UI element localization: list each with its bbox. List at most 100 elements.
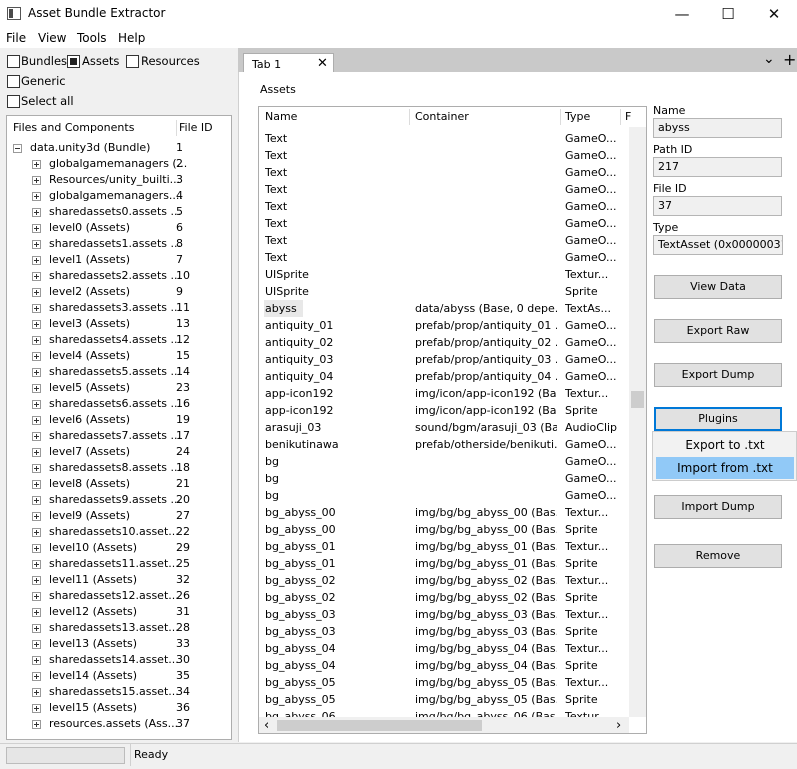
export-to-txt-menu-item[interactable]: Export to .txt: [656, 434, 794, 456]
expand-icon[interactable]: [32, 640, 41, 649]
expand-icon[interactable]: [32, 720, 41, 729]
asset-row[interactable]: antiquity_04 prefab/prop/antiquity_04 ...…: [259, 368, 629, 385]
asset-row[interactable]: bg_abyss_05 img/bg/bg_abyss_05 (Bas... Tex…: [259, 674, 629, 691]
asset-row[interactable]: benikutinawa prefab/otherside/benikuti...…: [259, 436, 629, 453]
tree-item[interactable]: level10 (Assets) 29: [7, 540, 231, 556]
expand-icon[interactable]: [32, 704, 41, 713]
plugins-button[interactable]: Plugins: [654, 407, 782, 431]
maximize-button[interactable]: ☐: [705, 0, 751, 28]
asset-row[interactable]: UISprite Textur...: [259, 266, 629, 283]
horizontal-scrollbar[interactable]: ‹ ›: [259, 717, 629, 733]
asset-row[interactable]: bg GameO...: [259, 453, 629, 470]
tree-item[interactable]: level4 (Assets) 15: [7, 348, 231, 364]
expand-icon[interactable]: [32, 224, 41, 233]
vertical-scroll-thumb[interactable]: [631, 391, 644, 408]
expand-icon[interactable]: [32, 208, 41, 217]
expand-icon[interactable]: [32, 544, 41, 553]
expand-icon[interactable]: [32, 432, 41, 441]
column-container[interactable]: Container: [415, 107, 469, 127]
tree-item[interactable]: level14 (Assets) 35: [7, 668, 231, 684]
tab-list-icon[interactable]: ⌄: [763, 51, 775, 67]
expand-icon[interactable]: [32, 384, 41, 393]
view-data-button[interactable]: View Data: [654, 275, 782, 299]
tree-item[interactable]: level1 (Assets) 7: [7, 252, 231, 268]
tree-item[interactable]: level3 (Assets) 13: [7, 316, 231, 332]
asset-row[interactable]: bg_abyss_00 img/bg/bg_abyss_00 (Bas... Tex…: [259, 504, 629, 521]
scroll-right-icon[interactable]: ›: [616, 717, 621, 733]
tree-item[interactable]: sharedassets12.asset... 26: [7, 588, 231, 604]
asset-row[interactable]: app-icon192 img/icon/app-icon192 (Bas... S…: [259, 402, 629, 419]
asset-row[interactable]: bg_abyss_02 img/bg/bg_abyss_02 (Bas... Spr…: [259, 589, 629, 606]
tree-header-file-id[interactable]: File ID: [179, 118, 213, 138]
remove-button[interactable]: Remove: [654, 544, 782, 568]
expand-icon[interactable]: [32, 320, 41, 329]
asset-row[interactable]: arasuji_03 sound/bgm/arasuji_03 (Ba... Aud…: [259, 419, 629, 436]
asset-row[interactable]: antiquity_02 prefab/prop/antiquity_02 ...…: [259, 334, 629, 351]
name-field[interactable]: abyss: [653, 118, 782, 138]
asset-row[interactable]: app-icon192 img/icon/app-icon192 (Bas... T…: [259, 385, 629, 402]
horizontal-scroll-thumb[interactable]: [277, 720, 482, 731]
asset-row[interactable]: abyss data/abyss (Base, 0 depe... TextAs..…: [259, 300, 629, 317]
expand-icon[interactable]: [32, 304, 41, 313]
menu-view[interactable]: View: [38, 31, 66, 45]
expand-icon[interactable]: [32, 464, 41, 473]
tree-item[interactable]: level6 (Assets) 19: [7, 412, 231, 428]
asset-row[interactable]: bg_abyss_01 img/bg/bg_abyss_01 (Bas... Tex…: [259, 538, 629, 555]
expand-icon[interactable]: [32, 288, 41, 297]
add-tab-icon[interactable]: +: [783, 50, 796, 69]
expand-icon[interactable]: [32, 192, 41, 201]
select-all-checkbox[interactable]: [7, 95, 20, 108]
export-raw-button[interactable]: Export Raw: [654, 319, 782, 343]
asset-row[interactable]: bg GameO...: [259, 470, 629, 487]
collapse-icon[interactable]: [13, 144, 22, 153]
expand-icon[interactable]: [32, 176, 41, 185]
tree-header-files[interactable]: Files and Components: [13, 118, 134, 138]
expand-icon[interactable]: [32, 400, 41, 409]
tree-item[interactable]: globalgamemanagers.... 4: [7, 188, 231, 204]
expand-icon[interactable]: [32, 592, 41, 601]
expand-icon[interactable]: [32, 448, 41, 457]
tree-item[interactable]: sharedassets0.assets ... 5: [7, 204, 231, 220]
asset-row[interactable]: Text GameO...: [259, 249, 629, 266]
tree-item[interactable]: sharedassets13.asset... 28: [7, 620, 231, 636]
tree-item[interactable]: sharedassets1.assets ... 8: [7, 236, 231, 252]
tree-item[interactable]: sharedassets5.assets ... 14: [7, 364, 231, 380]
expand-icon[interactable]: [32, 272, 41, 281]
column-type[interactable]: Type: [565, 107, 590, 127]
files-tree[interactable]: Files and Components File ID data.unity3…: [6, 115, 232, 740]
import-from-txt-menu-item[interactable]: Import from .txt: [656, 457, 794, 479]
tree-item[interactable]: level12 (Assets) 31: [7, 604, 231, 620]
tree-item[interactable]: level11 (Assets) 32: [7, 572, 231, 588]
generic-checkbox[interactable]: [7, 75, 20, 88]
expand-icon[interactable]: [32, 368, 41, 377]
asset-row[interactable]: antiquity_01 prefab/prop/antiquity_01 ...…: [259, 317, 629, 334]
type-field[interactable]: TextAsset (0x00000031): [653, 235, 783, 255]
file-id-field[interactable]: 37: [653, 196, 782, 216]
asset-row[interactable]: Text GameO...: [259, 198, 629, 215]
expand-icon[interactable]: [32, 480, 41, 489]
tree-item[interactable]: sharedassets3.assets ... 11: [7, 300, 231, 316]
tab-close-icon[interactable]: ✕: [317, 56, 328, 71]
tree-item[interactable]: sharedassets15.asset... 34: [7, 684, 231, 700]
import-dump-button[interactable]: Import Dump: [654, 495, 782, 519]
bundles-checkbox[interactable]: [7, 55, 20, 68]
tree-item[interactable]: level7 (Assets) 24: [7, 444, 231, 460]
tree-item[interactable]: sharedassets4.assets ... 12: [7, 332, 231, 348]
asset-row[interactable]: bg_abyss_03 img/bg/bg_abyss_03 (Bas... Spr…: [259, 623, 629, 640]
expand-icon[interactable]: [32, 576, 41, 585]
tree-root-row[interactable]: data.unity3d (Bundle) 1: [7, 140, 231, 156]
asset-row[interactable]: Text GameO...: [259, 232, 629, 249]
assets-table[interactable]: Name Container Type F Text GameO... Text Ga…: [258, 106, 647, 734]
expand-icon[interactable]: [32, 656, 41, 665]
expand-icon[interactable]: [32, 416, 41, 425]
close-button[interactable]: ✕: [751, 0, 797, 28]
asset-row[interactable]: bg_abyss_00 img/bg/bg_abyss_00 (Bas... Spr…: [259, 521, 629, 538]
tree-item[interactable]: level15 (Assets) 36: [7, 700, 231, 716]
path-id-field[interactable]: 217: [653, 157, 782, 177]
expand-icon[interactable]: [32, 688, 41, 697]
asset-row[interactable]: bg_abyss_02 img/bg/bg_abyss_02 (Bas... Tex…: [259, 572, 629, 589]
tree-item[interactable]: sharedassets9.assets ... 20: [7, 492, 231, 508]
tree-item[interactable]: level8 (Assets) 21: [7, 476, 231, 492]
expand-icon[interactable]: [32, 560, 41, 569]
tree-item[interactable]: sharedassets6.assets ... 16: [7, 396, 231, 412]
